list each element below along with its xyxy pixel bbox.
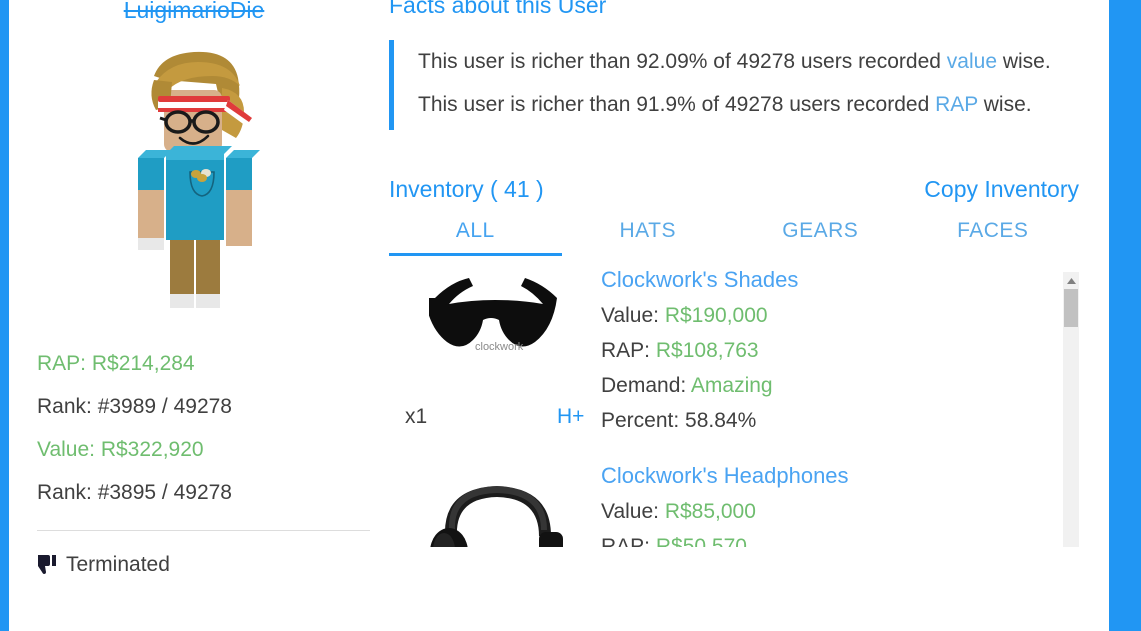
thumbs-down-icon [37,554,57,576]
main-column: Facts about this User This user is riche… [379,0,1109,547]
item-rap: R$108,763 [655,339,759,362]
tab-hats[interactable]: HATS [562,219,735,256]
profile-divider [37,530,370,531]
tab-all[interactable]: ALL [389,219,562,256]
fact-value-text1: This user is richer than 92.09% of 49278… [418,50,947,73]
item-value-row: Value: R$190,000 [601,298,1057,333]
status-label: Terminated [66,553,170,576]
item-value-label: Value: [601,304,665,327]
item-info: Clockwork's Shades Value: R$190,000 RAP:… [601,262,1057,438]
facts-title: Facts about this User [389,0,607,18]
item-rap-row: RAP: R$50,570 [601,529,1057,547]
stat-value-rank: Rank: #3895 / 49278 [37,481,232,504]
item-quantity: x1 [405,405,428,428]
fact-value-line: This user is richer than 92.09% of 49278… [418,40,1090,83]
item-demand-row: Demand: Amazing [601,368,1057,403]
item-name[interactable]: Clockwork's Shades [601,262,1057,298]
inventory-list-container: clockwork x1 H+ Clockwork's Shades Value… [389,262,1079,547]
item-value-label: Value: [601,500,665,523]
page-content: LuigimarioDie RAP: R$214,284 Rank: #3989… [9,0,1109,631]
inventory-header: Inventory ( 41 ) Copy Inventory [389,176,1079,202]
profile-username[interactable]: LuigimarioDie [9,0,379,24]
fact-rap-text2: wise. [977,93,1032,116]
item-demand: Amazing [690,374,773,397]
headphones-icon [429,468,569,547]
scrollbar-thumb[interactable] [1064,289,1078,327]
profile-column: LuigimarioDie RAP: R$214,284 Rank: #3989… [9,0,379,579]
inventory-tabs: ALL HATS GEARS FACES [389,219,1079,256]
item-value-row: Value: R$85,000 [601,494,1057,529]
right-accent-bar [1109,0,1141,631]
avatar [9,32,379,332]
item-rap: R$50,570 [655,535,747,547]
fact-rap-line: This user is richer than 91.9% of 49278 … [418,83,1090,126]
item-demand-label: Demand: [601,374,691,397]
avatar-image [138,51,260,308]
left-accent-bar [0,0,9,631]
inventory-item[interactable]: clockwork x1 H+ Clockwork's Shades Value… [389,262,1057,458]
item-badge[interactable]: H+ [557,405,584,429]
facts-blockquote: This user is richer than 92.09% of 49278… [389,40,1090,130]
stat-rap-rank: Rank: #3989 / 49278 [37,395,232,418]
item-info: Clockwork's Headphones Value: R$85,000 R… [601,458,1057,547]
item-thumbnail-column [389,458,601,547]
inventory-title[interactable]: Inventory ( 41 ) [389,176,544,202]
item-thumbnail-column: clockwork x1 H+ [389,262,601,428]
stat-rap: RAP: R$214,284 [37,352,195,375]
inventory-item[interactable]: Clockwork's Headphones Value: R$85,000 R… [389,458,1057,547]
status-badge: Terminated [37,551,379,579]
tab-gears[interactable]: GEARS [734,219,907,256]
sunglasses-icon: clockwork [425,272,569,372]
stat-value: Value: R$322,920 [37,438,204,461]
fact-value-link[interactable]: value [947,50,997,73]
copy-inventory-button[interactable]: Copy Inventory [924,176,1079,202]
scroll-up-arrow-icon[interactable] [1063,272,1079,289]
item-percent-row: Percent: 58.84% [601,403,1057,438]
tab-faces[interactable]: FACES [907,219,1080,256]
item-percent-label: Percent: [601,409,686,432]
inventory-scrollbar[interactable] [1063,272,1079,547]
fact-rap-link[interactable]: RAP [935,93,978,116]
item-rap-label: RAP: [601,535,656,547]
item-rap-label: RAP: [601,339,656,362]
item-percent: 58.84% [685,409,757,432]
fact-rap-text1: This user is richer than 91.9% of 49278 … [418,93,936,116]
item-value: R$85,000 [664,500,756,523]
inventory-list: clockwork x1 H+ Clockwork's Shades Value… [389,262,1057,547]
item-name[interactable]: Clockwork's Headphones [601,458,1057,494]
profile-stats: RAP: R$214,284 Rank: #3989 / 49278 Value… [37,342,379,514]
fact-value-text2: wise. [997,50,1051,73]
svg-text:clockwork: clockwork [475,341,524,353]
item-value: R$190,000 [664,304,768,327]
item-rap-row: RAP: R$108,763 [601,333,1057,368]
